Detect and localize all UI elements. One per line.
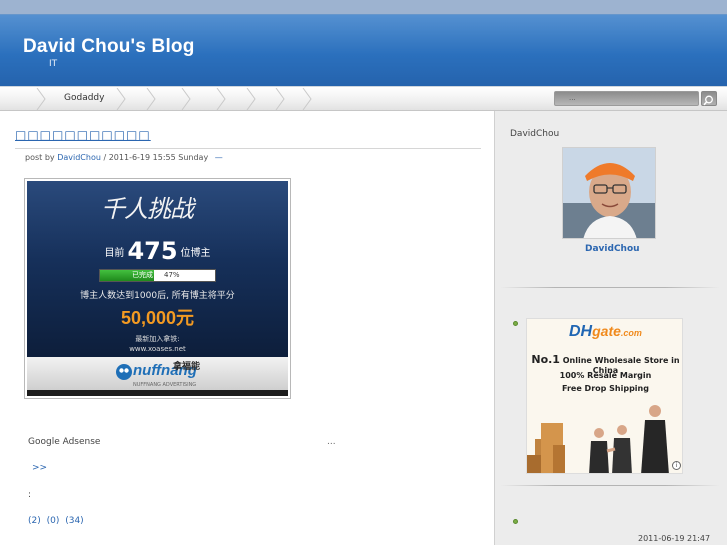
- banner-line-1: 博主人数达到1000后, 所有博主将平分: [80, 291, 235, 301]
- post-title[interactable]: □□□□□□□□□□□: [15, 128, 151, 142]
- banner-progress-percent: 47%: [164, 271, 180, 279]
- nav-item-8[interactable]: [258, 87, 272, 111]
- nav-item-7[interactable]: [228, 87, 244, 111]
- search-button[interactable]: [701, 91, 717, 106]
- banner-count-suffix: 位博主: [180, 248, 211, 259]
- adsense-ellipsis: ...: [327, 437, 336, 447]
- meta-dash[interactable]: —: [211, 153, 223, 162]
- blog-subtitle: IT: [49, 59, 58, 69]
- banner-count: 目前 475 位博主: [27, 237, 288, 265]
- blog-header: David Chou's Blog IT: [0, 0, 727, 86]
- nav-separator: [116, 88, 126, 110]
- ad-illustration: [527, 405, 669, 473]
- nav-separator: [36, 88, 46, 110]
- nav-item-2[interactable]: [50, 87, 60, 111]
- meta-separator: /: [103, 153, 107, 162]
- nav-item-godaddy[interactable]: Godaddy: [64, 87, 104, 111]
- nav-separator: [216, 88, 226, 110]
- ad-no1: No.1: [531, 353, 560, 366]
- nav-item-1[interactable]: [0, 87, 36, 111]
- ad-info-icon[interactable]: i: [672, 461, 681, 470]
- banner-count-number: 475: [127, 237, 178, 265]
- post-divider: [15, 148, 481, 149]
- nav-item-6[interactable]: [193, 87, 213, 111]
- nav-separator: [246, 88, 256, 110]
- dhgate-logo-gate: gate: [592, 323, 621, 339]
- banner-headline: 千人挑战: [101, 195, 194, 223]
- post-stats-links[interactable]: (2) (0) (34): [28, 516, 84, 526]
- sidebar-divider: [500, 287, 720, 288]
- blog-page: David Chou's Blog IT Godaddy ... □□□□□□□…: [0, 0, 727, 545]
- nuffnang-banner[interactable]: 千人挑战 目前 475 位博主 已完成 47% 博主人数达到1000后, 所有博主将…: [24, 178, 291, 399]
- banner-image: 千人挑战 目前 475 位博主 已完成 47% 博主人数达到1000后, 所有博主将…: [27, 181, 288, 396]
- adsense-label: Google Adsense: [28, 437, 101, 447]
- post-meta: post by DavidChou / 2011-6-19 15:55 Sund…: [25, 153, 223, 162]
- nuffnang-logo-cn: 拿福能: [173, 361, 201, 371]
- nav-separator: [181, 88, 191, 110]
- banner-url: www.xoases.net: [129, 345, 186, 353]
- nav-separator: [275, 88, 285, 110]
- nav-item-4[interactable]: [128, 87, 144, 111]
- sidebar-date: 2011-06-19 21:47: [638, 534, 711, 543]
- blog-title[interactable]: David Chou's Blog: [23, 36, 195, 58]
- nav-bar: Godaddy ...: [0, 86, 727, 111]
- avatar-photo: [563, 148, 655, 238]
- dhgate-logo-dh: DH: [569, 323, 593, 340]
- banner-progress-label: 已完成: [132, 271, 153, 279]
- dhgate-logo: DHgate.com: [569, 323, 642, 341]
- avatar[interactable]: [562, 147, 656, 239]
- nav-separator: [302, 88, 312, 110]
- nuffnang-logo-icon: [116, 364, 132, 380]
- banner-prize: 50,000元: [120, 308, 195, 328]
- ad-line-2: 100% Resale Margin: [559, 371, 652, 380]
- sidebar: DavidChou DavidChou DHgate.com No.1 Onli…: [494, 111, 727, 545]
- search-input[interactable]: ...: [554, 91, 699, 106]
- bullet-icon: [513, 519, 518, 524]
- author-link[interactable]: DavidChou: [57, 153, 101, 162]
- avatar-name-link[interactable]: DavidChou: [585, 244, 640, 254]
- nav-separator: [146, 88, 156, 110]
- tags-label: :: [28, 490, 32, 500]
- dhgate-logo-suffix: .com: [620, 328, 642, 338]
- banner-count-prefix: 目前: [104, 248, 125, 259]
- nuffnang-logo: nuffnang 拿福能: [133, 361, 200, 379]
- main-content: □□□□□□□□□□□ post by DavidChou / 2011-6-1…: [0, 111, 494, 545]
- read-more-link[interactable]: >>: [32, 463, 47, 473]
- search-icon: [703, 95, 713, 106]
- nuffnang-tagline: NUFFNANG ADVERTISING: [133, 382, 197, 388]
- banner-progress-bar: 已完成 47%: [99, 269, 216, 282]
- sidebar-divider: [500, 485, 720, 486]
- sidebar-heading: DavidChou: [510, 129, 560, 139]
- nav-item-9[interactable]: [287, 87, 299, 111]
- bullet-icon: [513, 321, 518, 326]
- post-date: 2011-6-19 15:55 Sunday: [108, 153, 209, 162]
- ad-line-3: Free Drop Shipping: [562, 384, 649, 393]
- dhgate-ad[interactable]: DHgate.com No.1 Online Wholesale Store i…: [526, 318, 683, 474]
- nav-item-5[interactable]: [160, 87, 178, 111]
- banner-bottom-strip: [27, 390, 288, 396]
- banner-footer: nuffnang 拿福能 NUFFNANG ADVERTISING: [27, 357, 288, 390]
- meta-prefix: post by: [25, 153, 55, 162]
- banner-line-2: 最新加入拿铁:: [135, 335, 180, 343]
